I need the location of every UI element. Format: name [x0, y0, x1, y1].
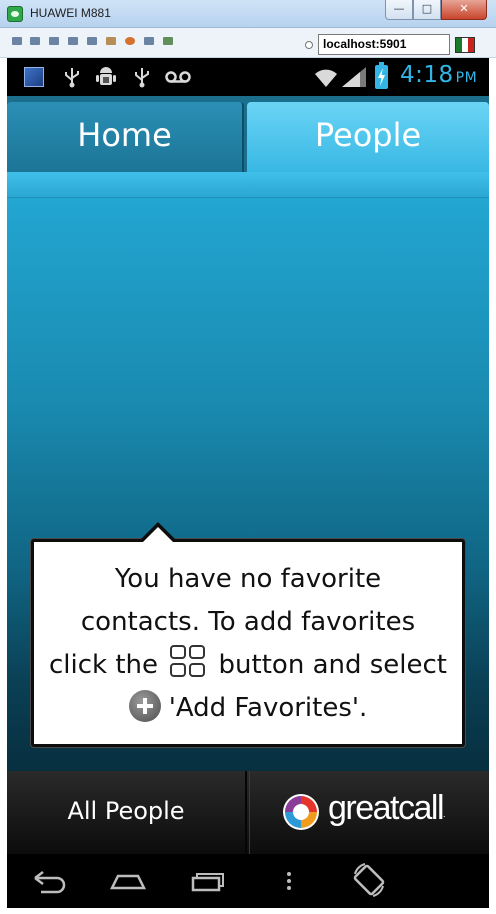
all-people-button[interactable]: All People — [7, 771, 247, 854]
toolbar-icon[interactable] — [163, 37, 173, 45]
toolbar-icon[interactable] — [144, 37, 154, 45]
window-title: HUAWEI M881 — [30, 6, 111, 20]
notification-square-icon — [24, 67, 44, 87]
toolbar-icon[interactable] — [49, 37, 59, 45]
all-people-label: All People — [67, 797, 185, 825]
voicemail-icon — [165, 71, 191, 83]
signal-icon — [342, 67, 366, 87]
phone-screen: 4:18 PM Home People You have no favorite … — [7, 58, 489, 908]
grid-menu-icon — [169, 645, 207, 679]
app-eye-icon — [7, 6, 23, 22]
add-circle-icon — [128, 690, 161, 722]
android-nav-bar — [7, 854, 489, 908]
battery-charging-icon — [375, 62, 388, 89]
home-icon[interactable] — [108, 864, 148, 898]
wifi-icon — [315, 69, 337, 87]
rotate-icon[interactable] — [351, 860, 387, 900]
tab-home-label: Home — [77, 116, 172, 154]
status-bar: 4:18 PM — [7, 58, 489, 96]
toolbar-icon[interactable] — [12, 37, 22, 45]
flag-icon[interactable] — [455, 37, 475, 53]
toolbar-icon[interactable] — [106, 37, 116, 45]
tab-people[interactable]: People — [247, 102, 489, 172]
window-titlebar: HUAWEI M881 — □ ✕ — [0, 0, 496, 28]
favorites-content-area: You have no favorite contacts. To add fa… — [7, 198, 489, 771]
status-time: 4:18 PM — [400, 62, 478, 88]
android-debug-icon — [96, 67, 116, 85]
tab-people-label: People — [314, 116, 422, 154]
minimize-button[interactable]: — — [385, 0, 413, 20]
tab-indicator-strip — [7, 172, 489, 198]
tab-home[interactable]: Home — [7, 102, 244, 172]
toolbar-icon[interactable] — [30, 37, 40, 45]
menu-icon[interactable] — [279, 864, 299, 898]
address-radio[interactable] — [305, 41, 313, 49]
back-icon[interactable] — [29, 864, 69, 898]
recent-apps-icon[interactable] — [187, 864, 227, 898]
greatcall-brand[interactable]: greatcall. — [249, 771, 489, 854]
callout-message: You have no favorite contacts. To add fa… — [48, 564, 447, 723]
toolbar-icon[interactable] — [125, 37, 135, 45]
greatcall-wordmark: greatcall. — [328, 789, 446, 827]
maximize-button[interactable]: □ — [413, 0, 441, 20]
greatcall-logo-icon — [283, 794, 319, 830]
usb-icon — [135, 68, 149, 88]
usb-icon — [65, 68, 79, 88]
bottom-bar: All People greatcall. — [7, 771, 489, 854]
toolbar-icon[interactable] — [87, 37, 97, 45]
toolbar-icon[interactable] — [68, 37, 78, 45]
tab-bar: Home People — [7, 96, 489, 172]
address-field[interactable]: localhost:5901 — [318, 34, 450, 55]
no-favorites-callout: You have no favorite contacts. To add fa… — [31, 522, 465, 747]
close-button[interactable]: ✕ — [441, 0, 487, 20]
